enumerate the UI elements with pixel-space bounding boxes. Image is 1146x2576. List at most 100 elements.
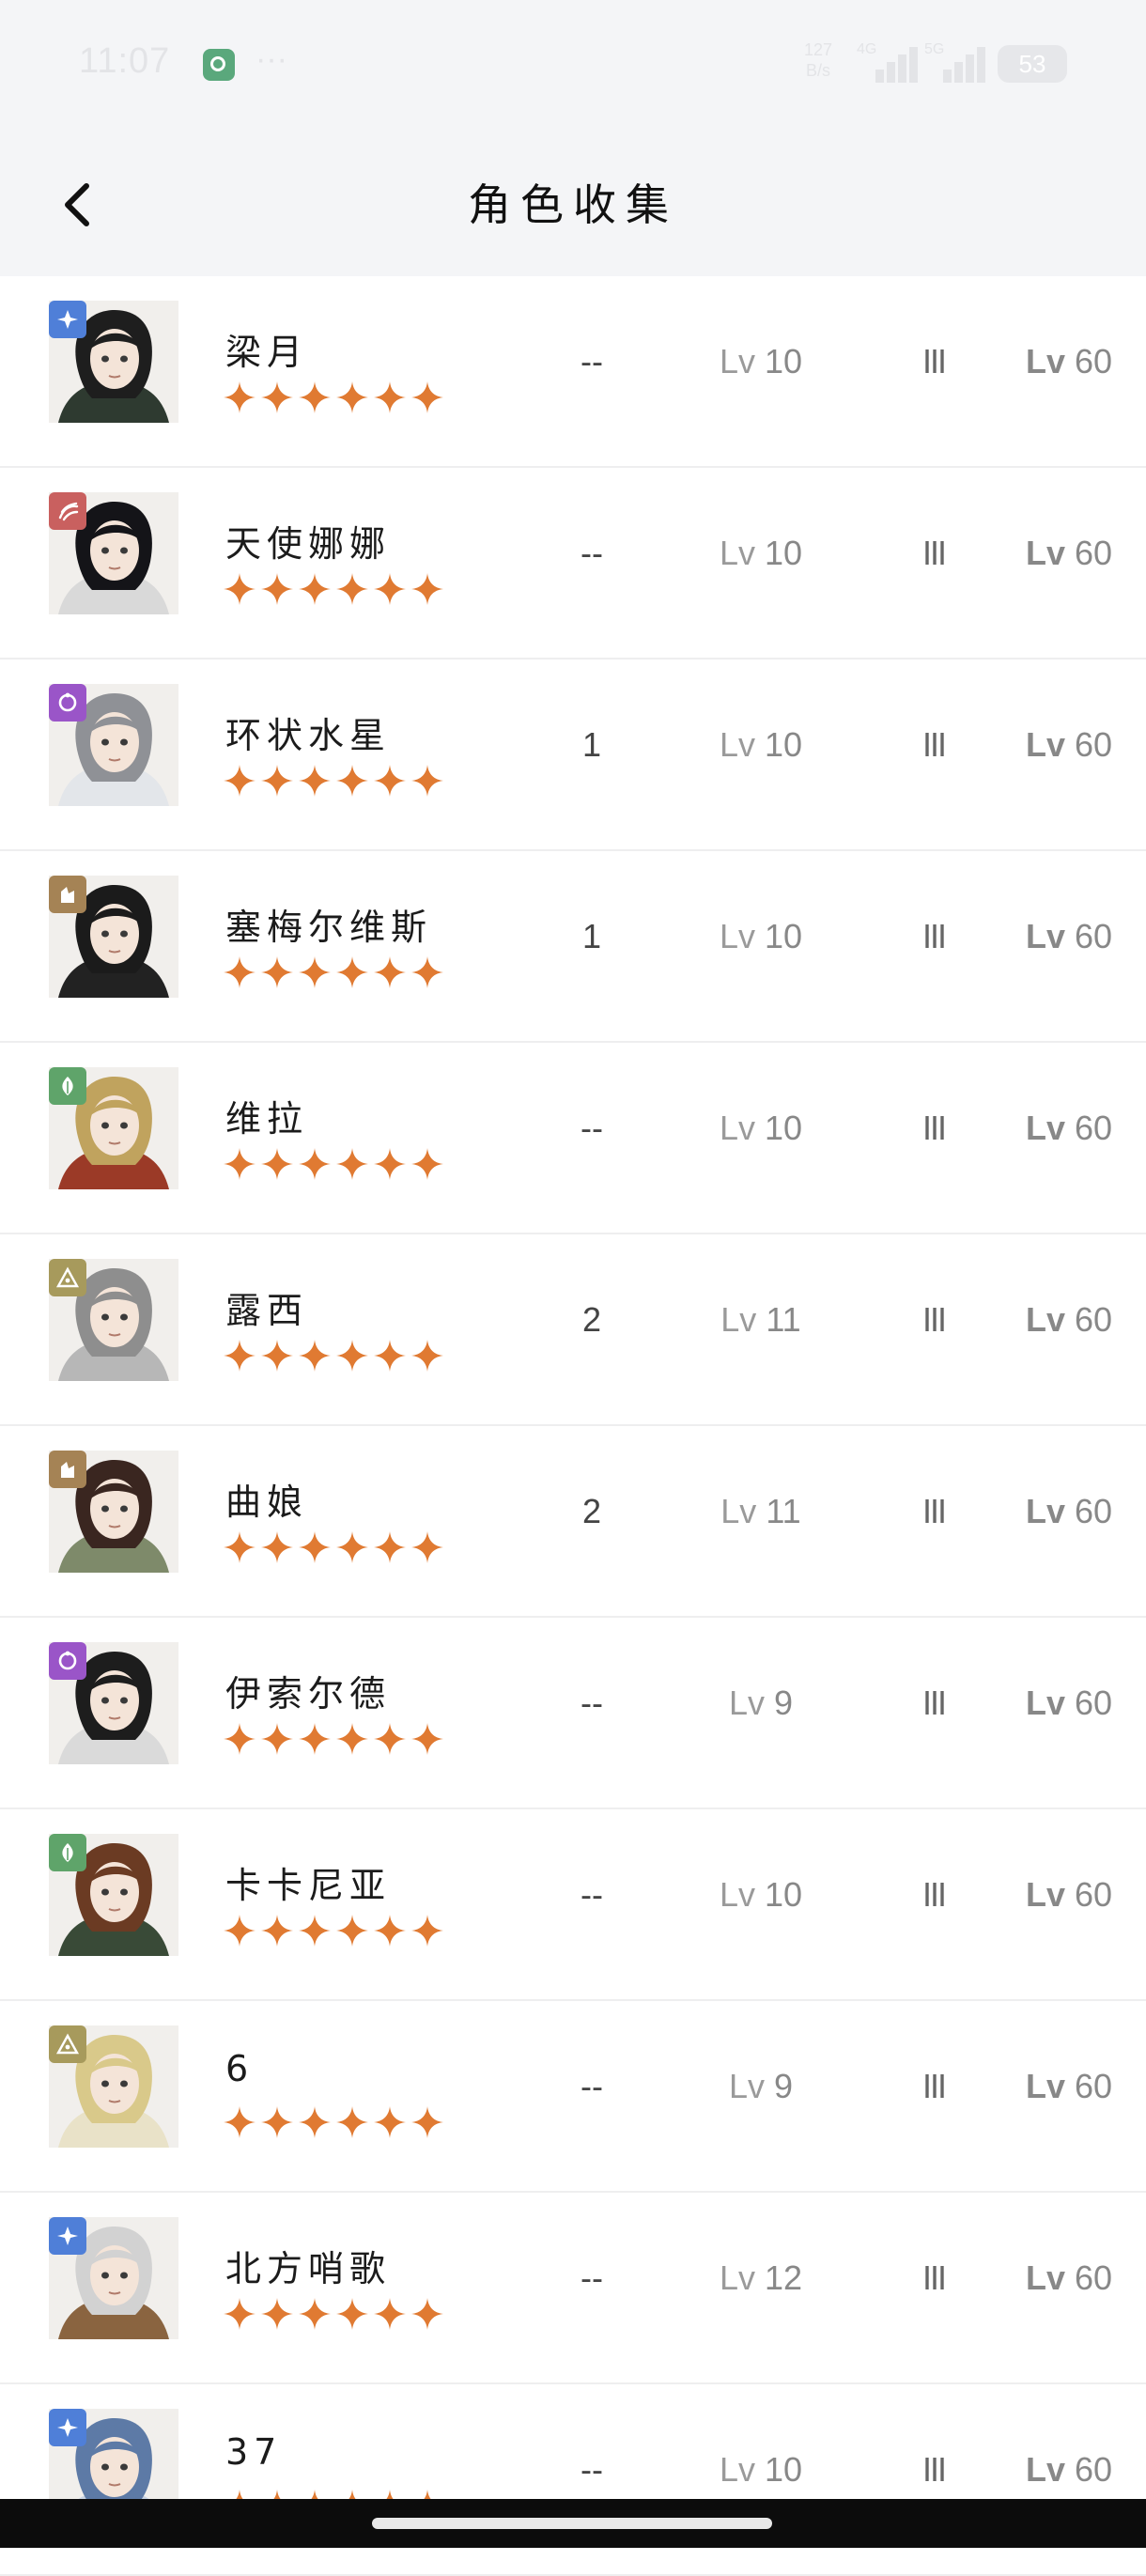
character-portrait [49,1067,178,1189]
character-row[interactable]: 伊索尔德 -- Lv 9 III Lv 60 [0,1618,1146,1809]
current-level: Lv 10 [695,1875,827,1915]
character-portrait [49,684,178,806]
insight-rank: III [921,2450,947,2489]
insight-rank: III [921,1300,947,1339]
character-portrait [49,1259,178,1381]
star-icon [374,381,406,413]
star-icon [374,2106,406,2138]
character-row[interactable]: 卡卡尼亚 -- Lv 10 III Lv 60 [0,1809,1146,2001]
level-prefix: Lv [728,1684,765,1722]
star-icon [411,381,443,413]
level-prefix: Lv [1025,342,1065,380]
level-prefix: Lv [1025,1684,1065,1722]
level-prefix: Lv [720,1300,757,1339]
character-row[interactable]: 天使娜娜 -- Lv 10 III Lv 60 [0,468,1146,660]
star-icon [261,765,293,797]
max-level: Lv 60 [1003,2450,1135,2490]
duplicate-count: -- [581,2450,603,2489]
star-rating [224,573,443,605]
network-speed: 127 B/s [804,39,832,81]
level-value: 10 [765,342,803,380]
character-row[interactable]: 曲娘 2 Lv 11 III Lv 60 [0,1426,1146,1618]
max-level: Lv 60 [1003,1300,1135,1340]
star-icon [224,2298,256,2330]
astral-element-icon [49,301,86,338]
star-icon [299,765,331,797]
character-portrait [49,1834,178,1956]
level-prefix: Lv [1025,725,1065,764]
character-portrait [49,2025,178,2148]
app-notification-icon [203,49,235,81]
duplicate-count: -- [581,1684,603,1722]
current-level: Lv 9 [695,2067,827,2106]
character-name: 6 [225,2048,255,2089]
character-portrait [49,492,178,614]
astral-element-icon [49,2217,86,2255]
level-prefix: Lv [1025,1300,1065,1339]
character-name: 环状水星 [225,715,392,756]
level-value: 10 [765,1875,803,1914]
star-icon [299,2106,331,2138]
star-icon [374,573,406,605]
level-value: 9 [774,1684,794,1722]
star-rating [224,381,443,413]
status-bar: 11:07 ··· 127 B/s 4G 5G 53 [0,0,1146,132]
max-level-value: 60 [1074,1492,1113,1530]
character-name: 塞梅尔维斯 [225,907,433,948]
character-row[interactable]: 梁月 -- Lv 10 III Lv 60 [0,276,1146,468]
level-prefix: Lv [719,1875,755,1914]
star-rating [224,1915,443,1947]
max-level: Lv 60 [1003,2258,1135,2298]
character-row[interactable]: 北方哨歌 -- Lv 12 III Lv 60 [0,2193,1146,2384]
star-rating [224,765,443,797]
character-row[interactable]: 塞梅尔维斯 1 Lv 10 III Lv 60 [0,851,1146,1043]
max-level: Lv 60 [1003,1109,1135,1148]
star-icon [374,956,406,988]
level-prefix: Lv [719,917,755,955]
current-level: Lv 11 [695,1300,827,1340]
duplicate-count: -- [581,2067,603,2105]
star-icon [374,2298,406,2330]
level-value: 11 [766,1300,801,1339]
star-icon [261,1340,293,1372]
star-icon [261,1723,293,1755]
max-level: Lv 60 [1003,2067,1135,2106]
level-prefix: Lv [1025,2067,1065,2105]
star-icon [224,765,256,797]
star-rating [224,1148,443,1180]
current-level: Lv 10 [695,342,827,381]
character-row[interactable]: 露西 2 Lv 11 III Lv 60 [0,1234,1146,1426]
insight-rank: III [921,534,947,572]
star-icon [336,765,368,797]
level-prefix: Lv [719,342,755,380]
star-icon [411,1531,443,1563]
home-gesture-handle[interactable] [372,2518,772,2529]
level-value: 10 [765,917,803,955]
star-icon [224,2106,256,2138]
duplicate-count: -- [581,342,603,380]
character-name: 维拉 [225,1098,309,1140]
star-icon [299,1723,331,1755]
level-prefix: Lv [719,2258,755,2297]
duplicate-count: -- [581,1109,603,1147]
star-icon [261,2298,293,2330]
character-row[interactable]: 6 -- Lv 9 III Lv 60 [0,2001,1146,2193]
character-row[interactable]: 环状水星 1 Lv 10 III Lv 60 [0,660,1146,851]
max-level: Lv 60 [1003,534,1135,573]
character-row[interactable]: 维拉 -- Lv 10 III Lv 60 [0,1043,1146,1234]
spirit-element-icon [49,2025,86,2063]
level-value: 11 [766,1492,801,1530]
star-icon [411,1723,443,1755]
level-value: 10 [765,534,803,572]
max-level: Lv 60 [1003,1492,1135,1531]
star-icon [224,381,256,413]
page-title: 角色收集 [468,179,678,230]
insight-rank: III [921,1492,947,1530]
star-icon [411,1148,443,1180]
battery-icon: 53 [998,45,1067,83]
star-icon [299,1531,331,1563]
current-level: Lv 10 [695,1109,827,1148]
star-icon [261,1148,293,1180]
insight-rank: III [921,342,947,380]
max-level-value: 60 [1074,2450,1113,2489]
